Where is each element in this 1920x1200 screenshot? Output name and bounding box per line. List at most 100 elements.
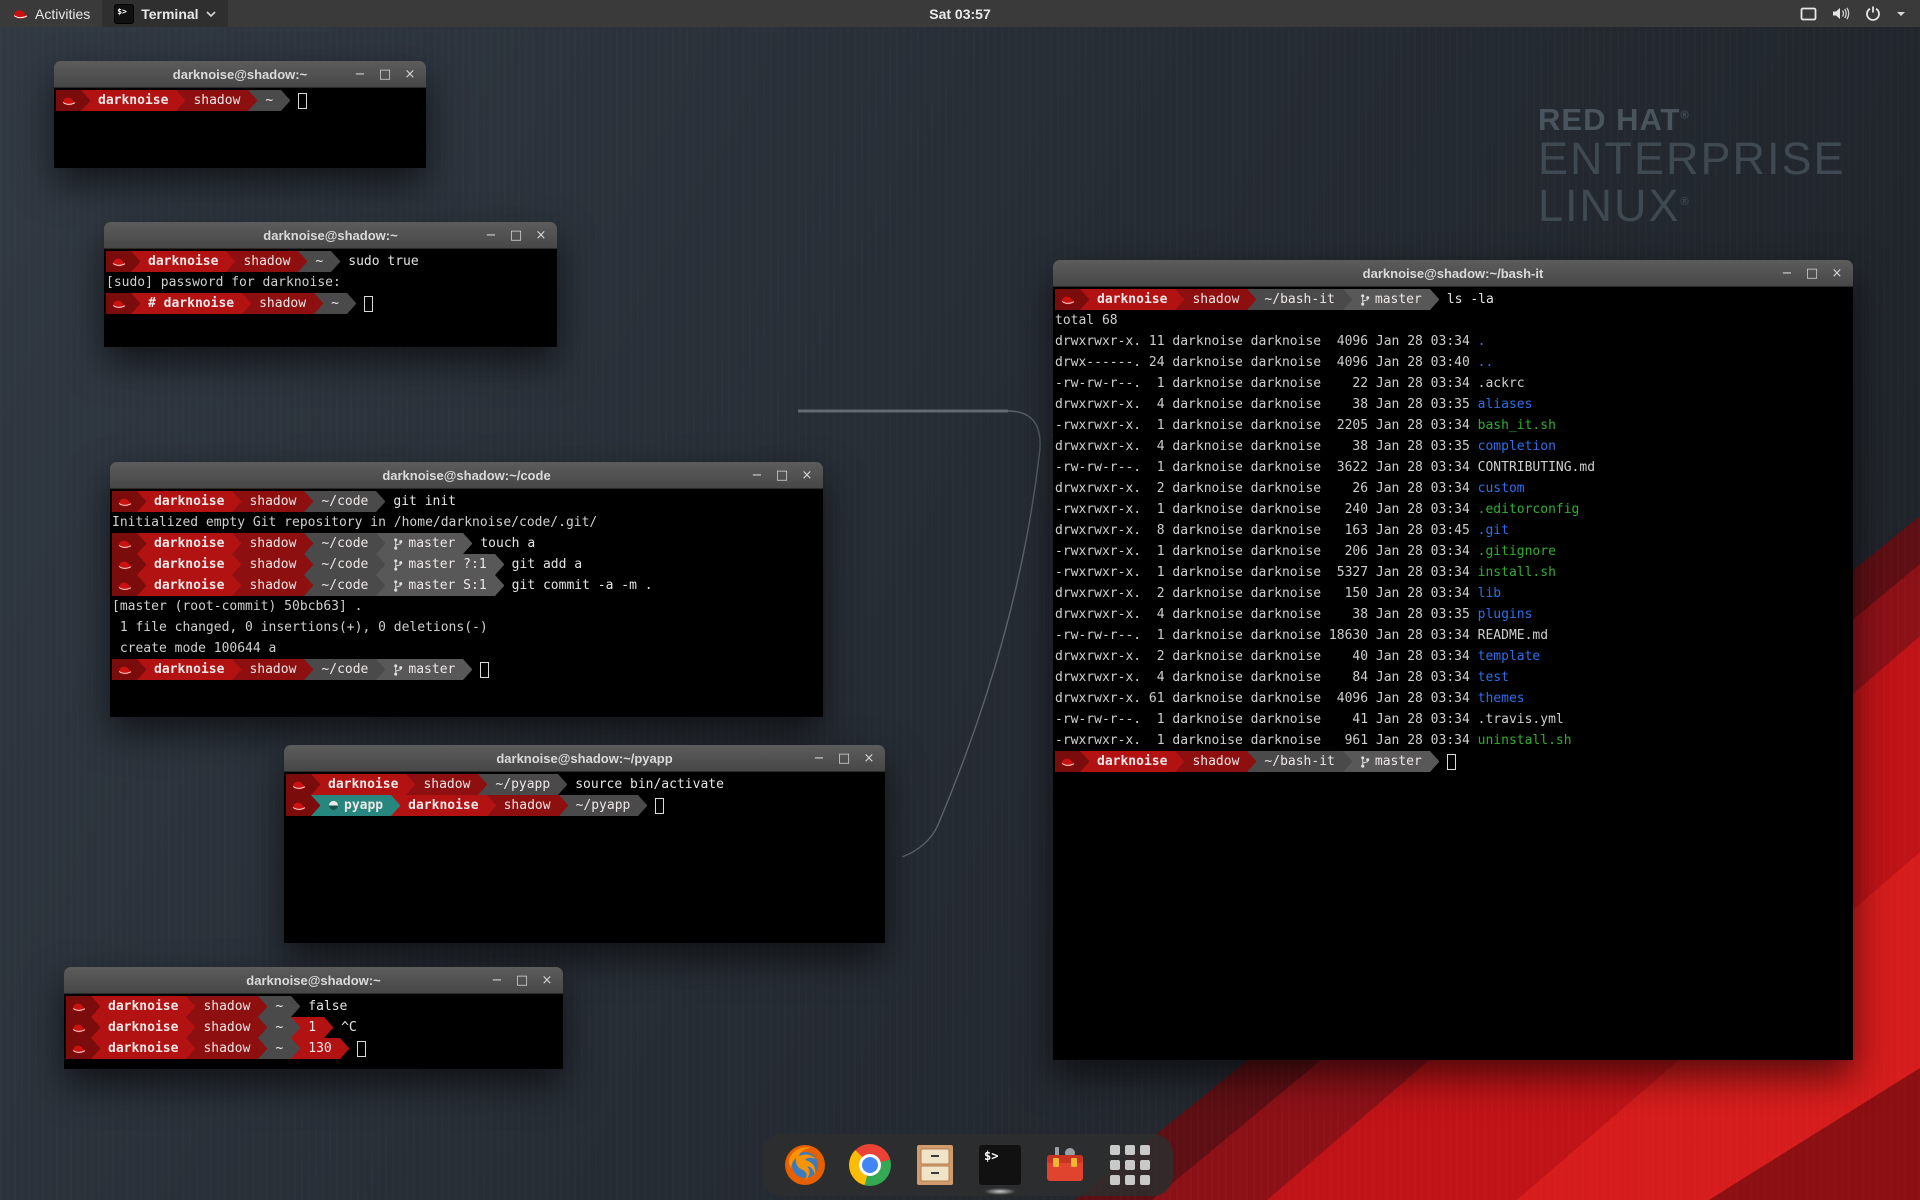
- terminal-window-exitcodes[interactable]: darknoise@shadow:~ −□× darknoiseshadow~f…: [64, 967, 563, 1069]
- output-text: drwxrwxr-x. 2 darknoise darknoise 40 Jan…: [1055, 646, 1478, 667]
- terminal-line: darknoiseshadow~1^C: [66, 1017, 563, 1038]
- close-button[interactable]: ×: [800, 469, 814, 482]
- titlebar[interactable]: darknoise@shadow:~/code −□×: [110, 462, 823, 489]
- close-button[interactable]: ×: [862, 752, 876, 765]
- terminal-line: darknoiseshadow~/codemastertouch a: [112, 533, 823, 554]
- terminal-content[interactable]: darknoiseshadow~falsedarknoiseshadow~1^C…: [64, 994, 563, 1069]
- terminal-line: 1 file changed, 0 insertions(+), 0 delet…: [112, 617, 823, 638]
- dock-app-grid[interactable]: [1107, 1142, 1153, 1188]
- powerline-separator: [91, 1038, 100, 1059]
- maximize-button[interactable]: □: [837, 752, 851, 765]
- powerline-separator: [495, 554, 504, 575]
- app-menu-terminal[interactable]: $> Terminal: [102, 0, 227, 27]
- terminal-window-bash-it[interactable]: darknoise@shadow:~/bash-it −□× darknoise…: [1053, 260, 1853, 1060]
- dock-files[interactable]: [912, 1142, 958, 1188]
- maximize-button[interactable]: □: [378, 68, 392, 81]
- close-button[interactable]: ×: [403, 68, 417, 81]
- powerline-separator: [304, 554, 313, 575]
- minimize-button[interactable]: −: [1780, 267, 1794, 280]
- powerline-segment: shadow: [195, 1038, 258, 1059]
- titlebar[interactable]: darknoise@shadow:~/pyapp −□×: [284, 745, 885, 772]
- close-button[interactable]: ×: [540, 974, 554, 987]
- powerline-segment: master: [1352, 751, 1430, 772]
- titlebar[interactable]: darknoise@shadow:~/bash-it −□×: [1053, 260, 1853, 287]
- dock: $>: [762, 1134, 1173, 1196]
- terminal-content[interactable]: darknoiseshadow~/codegit initInitialized…: [110, 489, 823, 717]
- output-text: ..: [1478, 352, 1494, 373]
- maximize-button[interactable]: □: [1805, 267, 1819, 280]
- powerline-separator: [311, 795, 320, 816]
- powerline-separator: [324, 1017, 333, 1038]
- terminal-line: -rwxrwxr-x. 1 darknoise darknoise 2205 J…: [1055, 415, 1853, 436]
- terminal-line: drwxrwxr-x. 2 darknoise darknoise 150 Ja…: [1055, 583, 1853, 604]
- terminal-window-sudo[interactable]: darknoise@shadow:~ −□× darknoiseshadow~s…: [104, 222, 557, 347]
- terminal-content[interactable]: darknoiseshadow~sudo true[sudo] password…: [104, 249, 557, 347]
- logo-text-enterprise: ENTERPRISE: [1538, 136, 1846, 183]
- output-text: drwxrwxr-x. 61 darknoise darknoise 4096 …: [1055, 688, 1478, 709]
- output-text: 1 file changed, 0 insertions(+), 0 delet…: [112, 617, 488, 638]
- powerline-segment: shadow: [496, 795, 559, 816]
- dock-toolbox[interactable]: [1042, 1142, 1088, 1188]
- output-text: themes: [1478, 688, 1525, 709]
- powerline-segment: ~: [267, 996, 291, 1017]
- powerline-separator: [1430, 751, 1439, 772]
- titlebar[interactable]: darknoise@shadow:~ −□×: [64, 967, 563, 994]
- powerline-segment: ~/pyapp: [487, 774, 558, 795]
- powerline-segment: shadow: [241, 554, 304, 575]
- chevron-down-icon: [1896, 11, 1906, 17]
- maximize-button[interactable]: □: [509, 229, 523, 242]
- powerline-segment: ~/pyapp: [568, 795, 639, 816]
- minimize-button[interactable]: −: [490, 974, 504, 987]
- dock-firefox[interactable]: [782, 1142, 828, 1188]
- minimize-button[interactable]: −: [812, 752, 826, 765]
- output-text: aliases: [1478, 394, 1533, 415]
- system-status-area[interactable]: [1786, 0, 1920, 27]
- terminal-line: drwxrwxr-x. 11 darknoise darknoise 4096 …: [1055, 331, 1853, 352]
- terminal-cursor: [655, 798, 664, 814]
- powerline-separator: [131, 251, 140, 272]
- terminal-window-home-small[interactable]: darknoise@shadow:~ −□× darknoiseshadow~: [54, 61, 426, 168]
- terminal-line: drwxrwxr-x. 4 darknoise darknoise 38 Jan…: [1055, 604, 1853, 625]
- titlebar[interactable]: darknoise@shadow:~ −□×: [104, 222, 557, 249]
- powerline-segment: master: [1352, 289, 1430, 310]
- output-text: drwxrwxr-x. 4 darknoise darknoise 38 Jan…: [1055, 604, 1478, 625]
- powerline-segment: darknoise: [100, 1038, 186, 1059]
- maximize-button[interactable]: □: [515, 974, 529, 987]
- output-text: template: [1478, 646, 1541, 667]
- powerline-separator: [463, 659, 472, 680]
- terminal-line: darknoiseshadow~/codegit init: [112, 491, 823, 512]
- minimize-button[interactable]: −: [353, 68, 367, 81]
- minimize-button[interactable]: −: [750, 469, 764, 482]
- terminal-line: darknoiseshadow~false: [66, 996, 563, 1017]
- terminal-line: create mode 100644 a: [112, 638, 823, 659]
- terminal-window-pyapp[interactable]: darknoise@shadow:~/pyapp −□× darknoisesh…: [284, 745, 885, 943]
- powerline-segment: darknoise: [146, 575, 232, 596]
- terminal-content[interactable]: darknoiseshadow~/bash-itmasterls -latota…: [1053, 287, 1853, 1060]
- prompt-hat-segment: [66, 996, 91, 1017]
- powerline-separator: [186, 1038, 195, 1059]
- powerline-segment: darknoise: [146, 554, 232, 575]
- titlebar[interactable]: darknoise@shadow:~ −□×: [54, 61, 426, 88]
- powerline-separator: [1080, 751, 1089, 772]
- redhat-prompt-icon: [1060, 756, 1075, 768]
- output-text: Initialized empty Git repository in /hom…: [112, 512, 597, 533]
- dock-terminal[interactable]: $>: [977, 1142, 1023, 1188]
- close-button[interactable]: ×: [534, 229, 548, 242]
- terminal-window-code[interactable]: darknoise@shadow:~/code −□× darknoisesha…: [110, 462, 823, 717]
- command-text: git add a: [504, 554, 582, 575]
- toolbox-icon: [1043, 1143, 1087, 1187]
- minimize-button[interactable]: −: [484, 229, 498, 242]
- gnome-top-bar: Activities $> Terminal Sat 03:57: [0, 0, 1920, 27]
- maximize-button[interactable]: □: [775, 469, 789, 482]
- clock: Sat 03:57: [0, 6, 1920, 22]
- output-text: -rwxrwxr-x. 1 darknoise darknoise 240 Ja…: [1055, 499, 1478, 520]
- powerline-separator: [186, 996, 195, 1017]
- close-button[interactable]: ×: [1830, 267, 1844, 280]
- powerline-segment: shadow: [1184, 751, 1247, 772]
- powerline-segment: ~/code: [313, 533, 376, 554]
- activities-button[interactable]: Activities: [0, 0, 102, 27]
- terminal-content[interactable]: darknoiseshadow~: [54, 88, 426, 168]
- dock-chrome[interactable]: [847, 1142, 893, 1188]
- powerline-separator: [232, 533, 241, 554]
- terminal-content[interactable]: darknoiseshadow~/pyappsource bin/activat…: [284, 772, 885, 943]
